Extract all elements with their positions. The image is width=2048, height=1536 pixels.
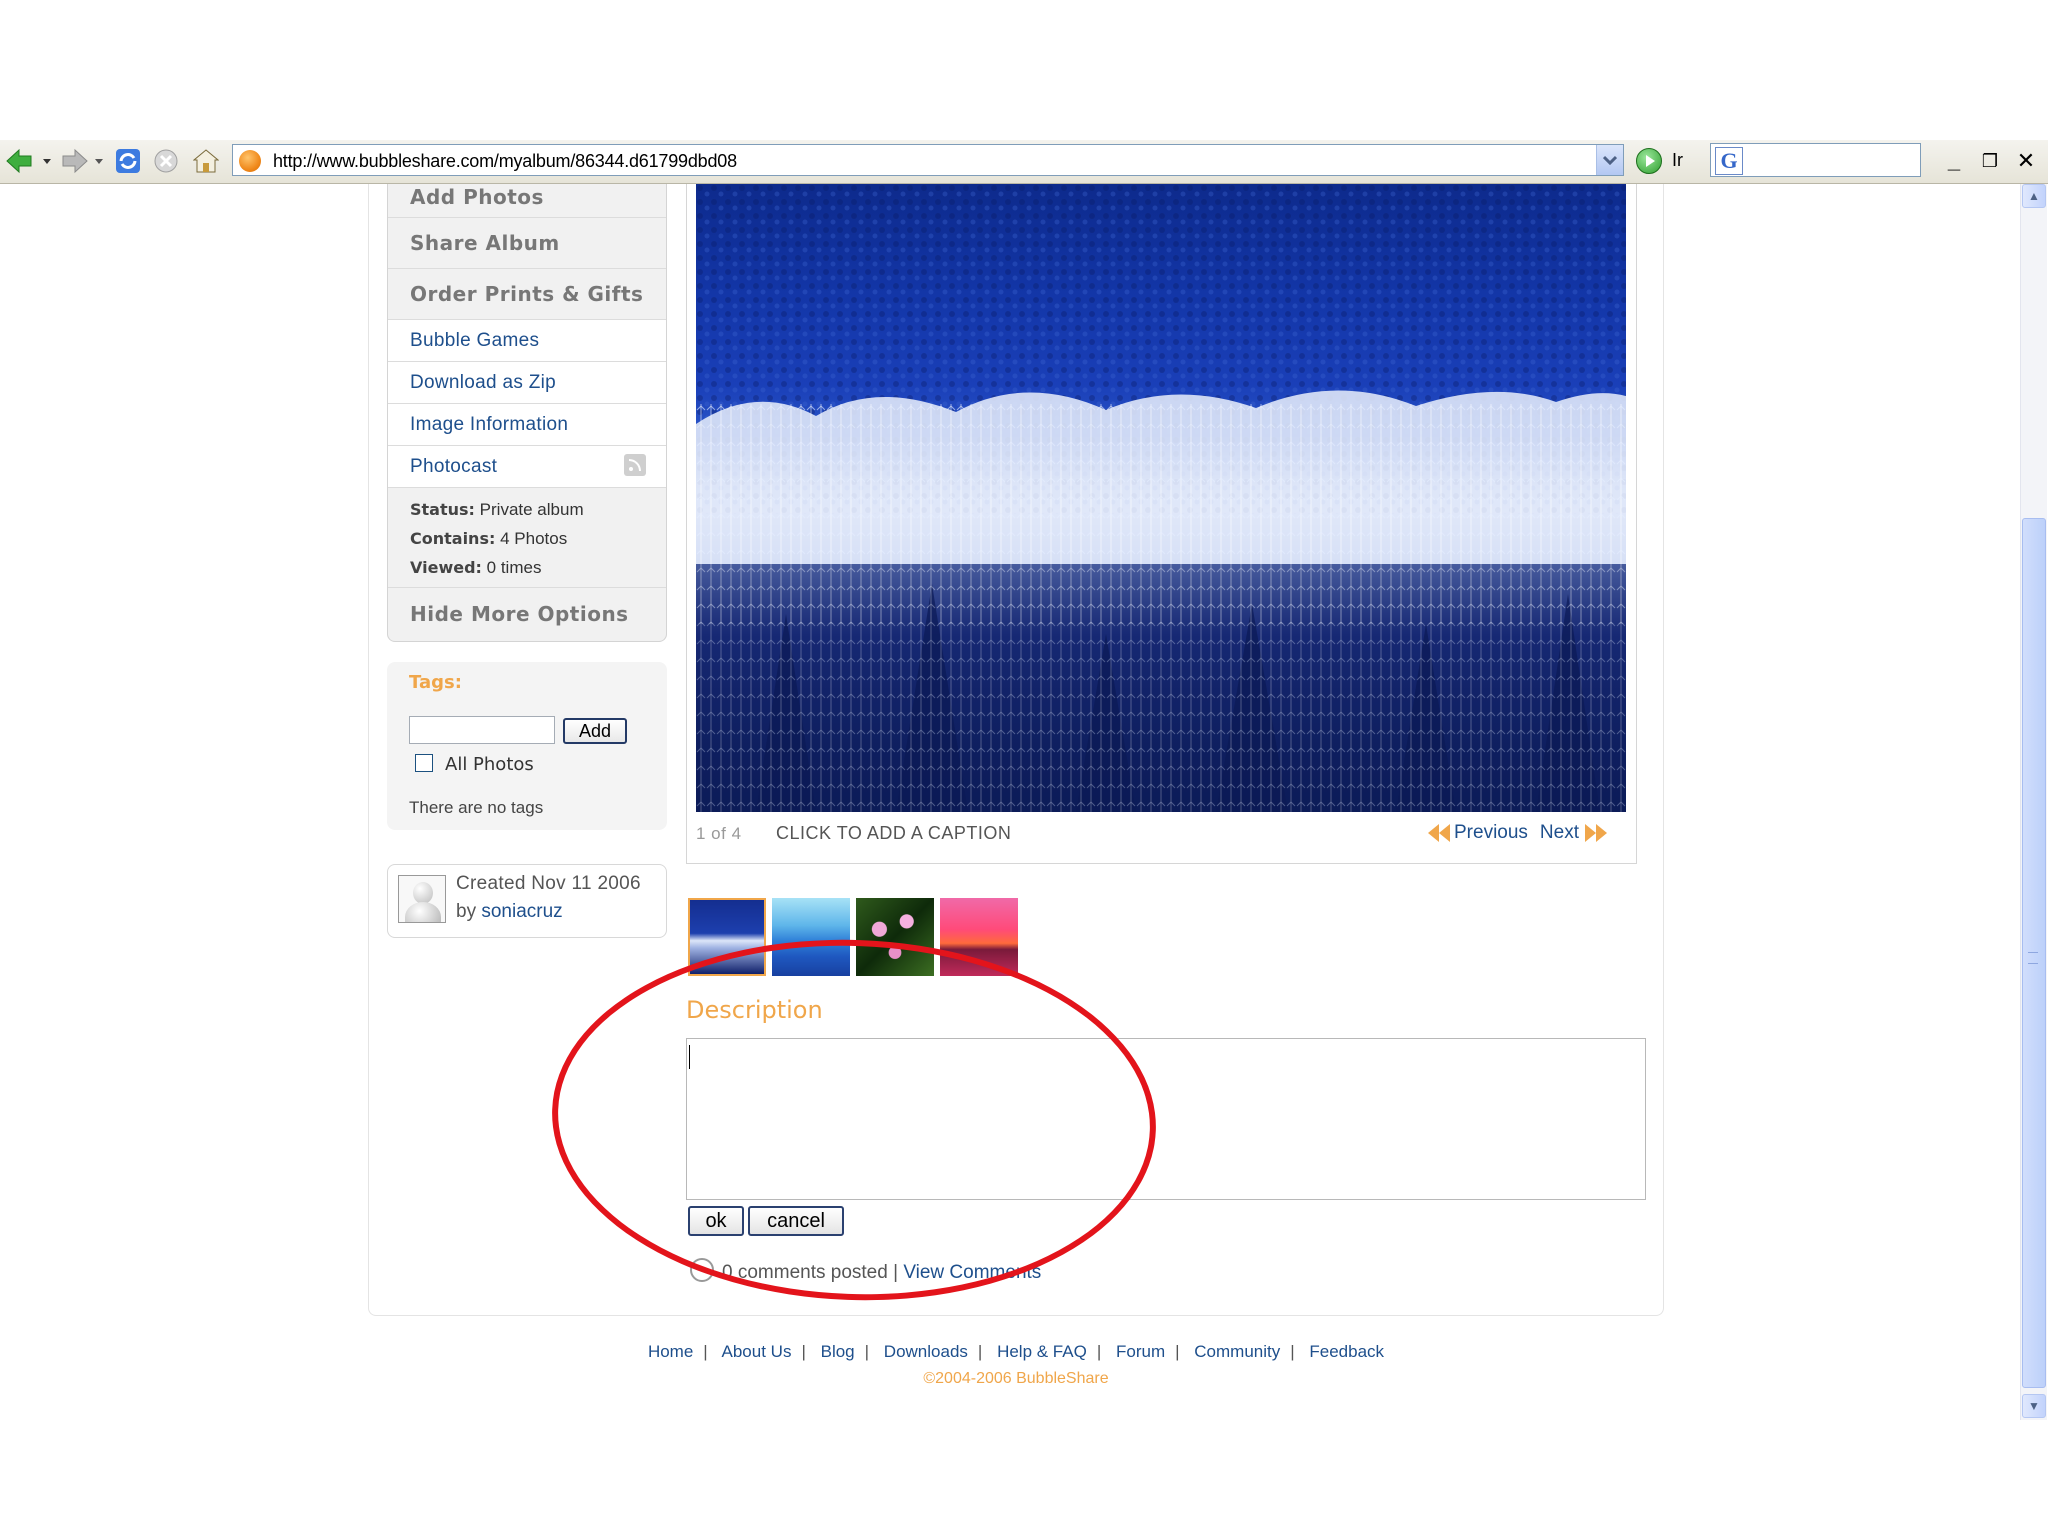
copyright-text: ©2004-2006 BubbleShare — [923, 1370, 1109, 1387]
menu-item-add-photos[interactable]: Add Photos — [388, 184, 666, 218]
google-search-box[interactable]: G — [1710, 143, 1921, 177]
footer-link-forum[interactable]: Forum — [1116, 1342, 1165, 1361]
forward-arrow-icon — [62, 148, 103, 174]
text-cursor — [689, 1045, 690, 1069]
stop-icon — [154, 149, 178, 173]
photo-counter: 1 of 4 — [696, 824, 742, 843]
scroll-up-arrow-icon[interactable]: ▲ — [2022, 184, 2046, 208]
add-tag-button[interactable]: Add — [563, 718, 627, 744]
view-comments-link[interactable]: View Comments — [903, 1262, 1041, 1283]
thumbnail-strip — [688, 898, 1018, 976]
main-photo[interactable] — [696, 184, 1626, 812]
footer-link-feedback[interactable]: Feedback — [1309, 1342, 1384, 1361]
site-favicon-icon — [239, 150, 261, 172]
back-button[interactable] — [4, 147, 52, 175]
restore-button[interactable]: ❐ — [1976, 148, 2004, 174]
description-textarea[interactable] — [686, 1038, 1646, 1200]
photo-pagination: Previous Next — [1428, 822, 1609, 844]
menu-item-photocast[interactable]: Photocast — [388, 446, 666, 488]
home-icon — [193, 149, 219, 173]
add-caption-link[interactable]: CLICK TO ADD A CAPTION — [776, 823, 1011, 844]
menu-item-label: Image Information — [410, 414, 569, 435]
viewed-line: Viewed: 0 times — [410, 558, 542, 577]
thumbnail-pink-sunset[interactable] — [940, 898, 1018, 976]
minimize-button[interactable]: _ — [1940, 148, 1968, 174]
refresh-icon — [116, 149, 140, 173]
album-creator-card: Created Nov 11 2006 by soniacruz — [387, 864, 667, 938]
menu-item-order-prints[interactable]: Order Prints & Gifts — [388, 269, 666, 320]
home-button[interactable] — [192, 147, 220, 175]
go-label[interactable]: Ir — [1672, 150, 1683, 171]
menu-item-label: Add Photos — [410, 185, 544, 209]
address-bar[interactable]: http://www.bubbleshare.com/myalbum/86344… — [232, 144, 1624, 176]
created-date: Created Nov 11 2006 — [456, 873, 641, 894]
menu-item-label: Share Album — [410, 231, 560, 255]
rss-icon[interactable] — [624, 454, 646, 476]
album-status: Status: Private album Contains: 4 Photos… — [388, 488, 666, 588]
address-url: http://www.bubbleshare.com/myalbum/86344… — [273, 151, 737, 171]
stop-button[interactable] — [152, 147, 180, 175]
all-photos-label: All Photos — [445, 754, 534, 775]
scrollbar-grip — [2028, 952, 2038, 964]
refresh-button[interactable] — [114, 147, 142, 175]
previous-arrows-icon[interactable] — [1428, 823, 1454, 843]
browser-toolbar: http://www.bubbleshare.com/myalbum/86344… — [0, 140, 2048, 184]
google-icon[interactable]: G — [1715, 147, 1743, 175]
status-line: Status: Private album — [410, 500, 584, 519]
vertical-scrollbar[interactable]: ▲ ▼ — [2020, 184, 2047, 1420]
tags-panel: Tags: Add All Photos There are no tags — [387, 662, 667, 830]
hide-more-options[interactable]: Hide More Options — [388, 588, 666, 640]
previous-link[interactable]: Previous — [1454, 822, 1528, 844]
thumbnail-winter-forest[interactable] — [688, 898, 766, 976]
thumbnail-blue-mountains[interactable] — [772, 898, 850, 976]
creator-username-link[interactable]: soniacruz — [481, 901, 562, 922]
menu-item-label: Download as Zip — [410, 372, 557, 393]
footer-link-about-us[interactable]: About Us — [722, 1342, 792, 1361]
no-tags-text: There are no tags — [409, 798, 544, 817]
menu-item-image-information[interactable]: Image Information — [388, 404, 666, 446]
thumbnail-water-lilies[interactable] — [856, 898, 934, 976]
album-options-menu: Add Photos Share Album Order Prints & Gi… — [387, 184, 667, 642]
close-button[interactable]: ✕ — [2012, 148, 2040, 174]
chevron-down-icon — [1603, 155, 1617, 165]
comments-count: 0 comments posted — [722, 1262, 888, 1283]
hide-options-label: Hide More Options — [410, 602, 629, 626]
footer-link-community[interactable]: Community — [1194, 1342, 1280, 1361]
next-link[interactable]: Next — [1540, 822, 1579, 844]
back-arrow-icon — [6, 148, 51, 174]
footer-link-downloads[interactable]: Downloads — [884, 1342, 968, 1361]
footer-link-help-faq[interactable]: Help & FAQ — [997, 1342, 1087, 1361]
address-dropdown-button[interactable] — [1596, 145, 1623, 175]
tags-label: Tags: — [409, 672, 462, 693]
menu-item-label: Photocast — [410, 456, 498, 477]
comments-summary: 0 comments posted | View Comments — [722, 1262, 1041, 1284]
description-title: Description — [686, 996, 823, 1024]
comments-separator: | — [893, 1262, 899, 1283]
contains-line: Contains: 4 Photos — [410, 529, 568, 548]
all-photos-checkbox[interactable] — [415, 754, 433, 772]
go-button[interactable] — [1636, 148, 1662, 174]
creator-byline: by soniacruz — [456, 901, 563, 922]
cancel-button[interactable]: cancel — [748, 1206, 844, 1236]
forest-photo-image — [696, 184, 1626, 812]
menu-item-share-album[interactable]: Share Album — [388, 218, 666, 269]
avatar — [398, 875, 446, 923]
menu-item-bubble-games[interactable]: Bubble Games — [388, 320, 666, 362]
menu-item-label: Order Prints & Gifts — [410, 282, 644, 306]
ok-button[interactable]: ok — [688, 1206, 744, 1236]
forward-button[interactable] — [58, 147, 106, 175]
scroll-down-arrow-icon[interactable]: ▼ — [2022, 1394, 2046, 1418]
site-footer: Home | About Us | Blog | Downloads | Help & … — [647, 1342, 1385, 1361]
comments-bubble-icon — [690, 1258, 714, 1282]
tag-input[interactable] — [409, 716, 555, 744]
next-arrows-icon[interactable] — [1583, 823, 1609, 843]
menu-item-download-zip[interactable]: Download as Zip — [388, 362, 666, 404]
footer-link-home[interactable]: Home — [648, 1342, 693, 1361]
menu-item-label: Bubble Games — [410, 330, 540, 351]
footer-link-blog[interactable]: Blog — [821, 1342, 855, 1361]
